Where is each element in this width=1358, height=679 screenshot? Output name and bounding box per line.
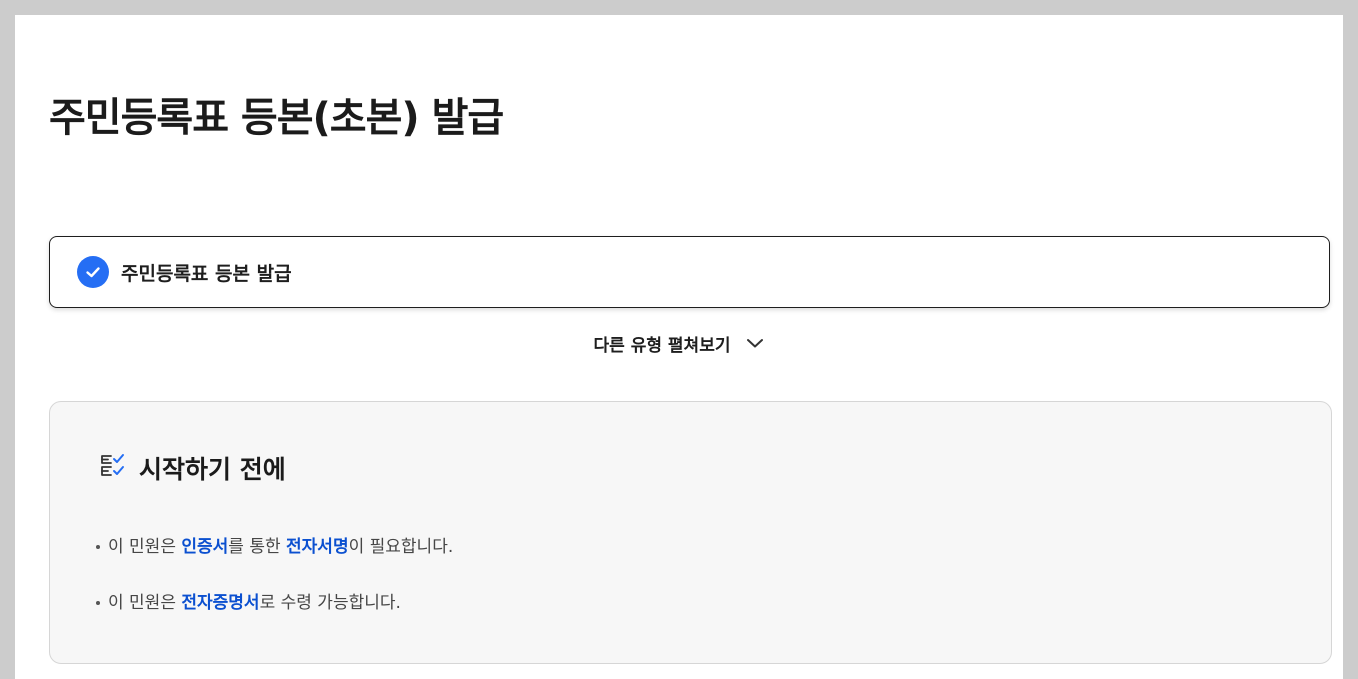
notice-text: 이 민원은: [108, 593, 182, 613]
checklist-icon: [97, 450, 129, 486]
notice-item: 이 민원은 전자증명서로 수령 가능합니다.: [94, 589, 453, 617]
notice-highlight: 전자서명: [286, 537, 349, 557]
page-title: 주민등록표 등본(초본) 발급: [49, 95, 504, 141]
info-panel-header: 시작하기 전에: [97, 450, 286, 486]
notice-highlight: 전자증명서: [181, 593, 260, 613]
notice-list: 이 민원은 인증서를 통한 전자서명이 필요합니다. 이 민원은 전자증명서로 …: [94, 533, 453, 617]
before-start-panel: 시작하기 전에 이 민원은 인증서를 통한 전자서명이 필요합니다. 이 민원은…: [49, 401, 1332, 664]
chevron-down-icon: [746, 337, 764, 349]
info-panel-title: 시작하기 전에: [139, 455, 286, 484]
notice-highlight: 인증서: [181, 537, 229, 557]
notice-item: 이 민원은 인증서를 통한 전자서명이 필요합니다.: [94, 533, 453, 561]
selected-option-card[interactable]: 주민등록표 등본 발급: [49, 236, 1330, 308]
notice-text: 이 민원은: [108, 537, 182, 557]
page-container: 주민등록표 등본(초본) 발급 주민등록표 등본 발급 다른 유형 펼쳐보기 시…: [15, 15, 1343, 679]
expand-toggle-label: 다른 유형 펼쳐보기: [593, 335, 731, 356]
notice-text: 를 통한: [228, 537, 287, 557]
notice-text: 이 필요합니다.: [348, 537, 454, 557]
check-circle-icon: [77, 256, 109, 288]
expand-other-types-button[interactable]: 다른 유형 펼쳐보기: [15, 327, 1343, 359]
notice-text: 로 수령 가능합니다.: [259, 593, 401, 613]
selected-option-label: 주민등록표 등본 발급: [121, 262, 292, 285]
